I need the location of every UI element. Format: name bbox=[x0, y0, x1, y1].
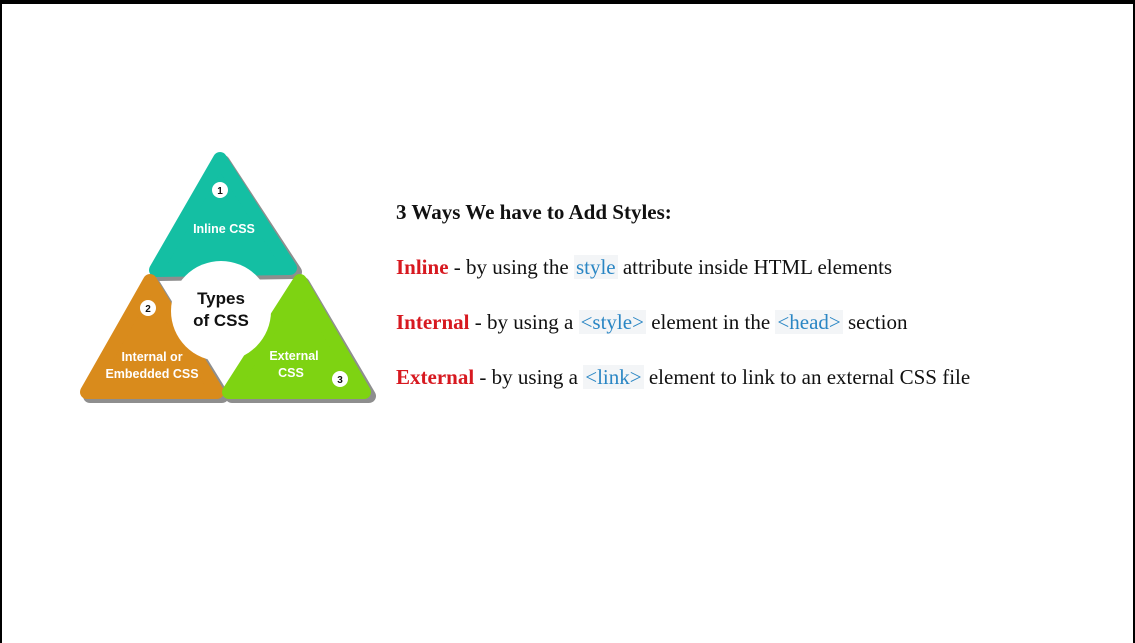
number-2: 2 bbox=[145, 304, 151, 315]
external-css-label-line1: External bbox=[269, 349, 318, 363]
code: <head> bbox=[775, 310, 843, 334]
code: style bbox=[573, 255, 618, 279]
text: - by using the bbox=[448, 255, 574, 279]
text: - by using a bbox=[469, 310, 579, 334]
code: <style> bbox=[578, 310, 646, 334]
text: element to link to an external CSS file bbox=[643, 365, 971, 389]
text: section bbox=[842, 310, 908, 334]
internal-css-label-line1: Internal or bbox=[121, 350, 182, 364]
center-title-line1: Types bbox=[197, 289, 245, 308]
text: element in the bbox=[645, 310, 776, 334]
number-1: 1 bbox=[217, 186, 223, 197]
external-css-label-line2: CSS bbox=[278, 366, 304, 380]
inline-line: Inline - by using the style attribute in… bbox=[396, 255, 892, 280]
keyword: Inline bbox=[396, 255, 449, 279]
external-line: External - by using a <link> element to … bbox=[396, 365, 970, 390]
inline-css-label: Inline CSS bbox=[193, 222, 255, 236]
text: - by using a bbox=[474, 365, 584, 389]
code: <link> bbox=[583, 365, 644, 389]
text: attribute inside HTML elements bbox=[617, 255, 893, 279]
inline-css-triangle bbox=[149, 152, 297, 277]
heading: 3 Ways We have to Add Styles: bbox=[396, 200, 672, 224]
keyword: Internal bbox=[396, 310, 470, 334]
keyword: External bbox=[396, 365, 475, 389]
internal-line: Internal - by using a <style> element in… bbox=[396, 310, 907, 335]
number-3: 3 bbox=[337, 375, 343, 386]
center-title-line2: of CSS bbox=[193, 311, 249, 330]
internal-css-label-line2: Embedded CSS bbox=[105, 367, 198, 381]
